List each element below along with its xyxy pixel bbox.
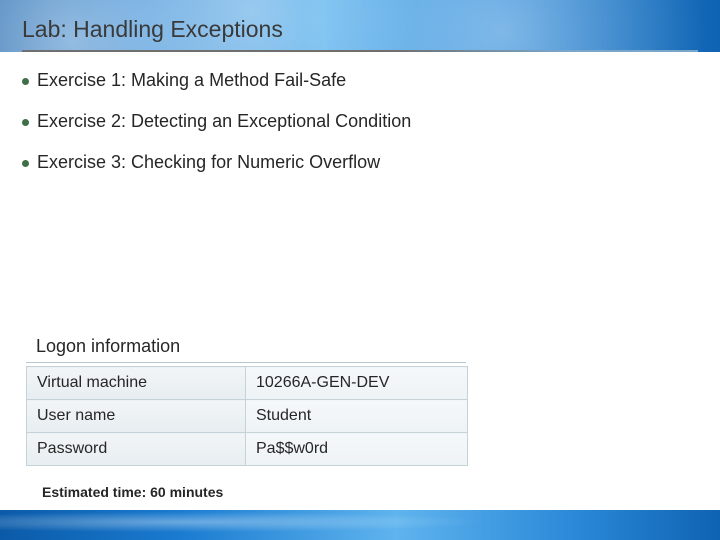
bullet-text: Exercise 1: Making a Method Fail-Safe — [37, 70, 346, 91]
logon-key: Virtual machine — [27, 367, 246, 400]
bullet-dot-icon — [22, 160, 29, 167]
table-row: User name Student — [27, 400, 468, 433]
table-row: Password Pa$$w0rd — [27, 433, 468, 466]
list-item: Exercise 3: Checking for Numeric Overflo… — [22, 152, 698, 173]
list-item: Exercise 1: Making a Method Fail-Safe — [22, 70, 698, 91]
logon-value: Pa$$w0rd — [246, 433, 468, 466]
logon-table: Virtual machine 10266A-GEN-DEV User name… — [26, 366, 468, 466]
bottom-decor-band — [0, 510, 720, 540]
slide: Lab: Handling Exceptions Exercise 1: Mak… — [0, 0, 720, 540]
title-underline — [22, 50, 698, 52]
logon-value: 10266A-GEN-DEV — [246, 367, 468, 400]
logon-value: Student — [246, 400, 468, 433]
bullet-dot-icon — [22, 119, 29, 126]
logon-key: Password — [27, 433, 246, 466]
table-row: Virtual machine 10266A-GEN-DEV — [27, 367, 468, 400]
logon-key: User name — [27, 400, 246, 433]
bullet-text: Exercise 3: Checking for Numeric Overflo… — [37, 152, 380, 173]
bullet-text: Exercise 2: Detecting an Exceptional Con… — [37, 111, 411, 132]
slide-title: Lab: Handling Exceptions — [22, 16, 283, 49]
logon-heading: Logon information — [36, 336, 180, 357]
estimated-time: Estimated time: 60 minutes — [42, 484, 223, 500]
bullet-list: Exercise 1: Making a Method Fail-Safe Ex… — [22, 70, 698, 193]
list-item: Exercise 2: Detecting an Exceptional Con… — [22, 111, 698, 132]
bullet-dot-icon — [22, 78, 29, 85]
logon-underline — [26, 362, 466, 363]
